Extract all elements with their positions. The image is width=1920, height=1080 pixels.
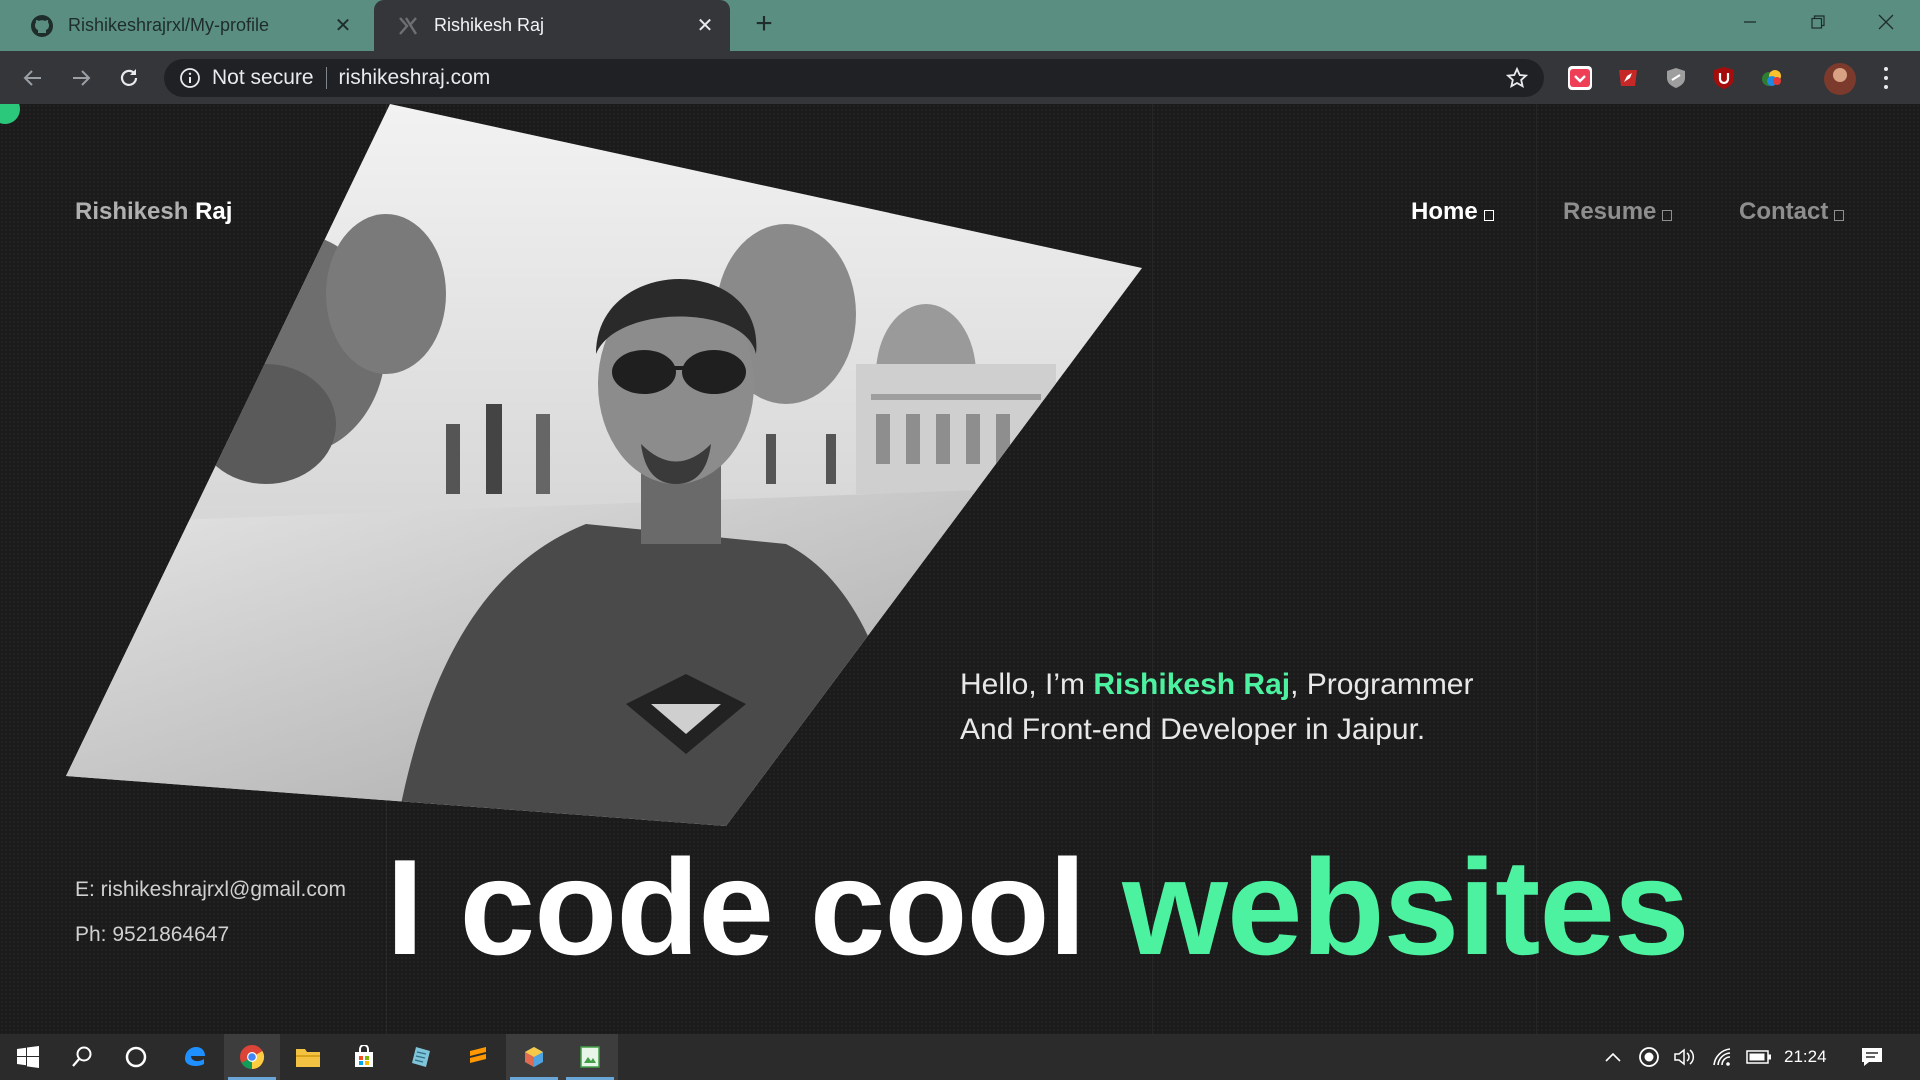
windows-taskbar: 21:24 <box>0 1034 1920 1080</box>
divider <box>325 67 327 89</box>
show-hidden-icons-icon[interactable] <box>1598 1034 1628 1080</box>
cortana-icon[interactable] <box>108 1034 164 1080</box>
tab-rishikesh-raj[interactable]: Rishikesh Raj ✕ <box>374 0 730 51</box>
site-logo[interactable]: Rishikesh Raj <box>75 198 232 226</box>
address-bar[interactable]: Not secure rishikeshraj.com <box>164 59 1544 97</box>
website-page: Rishikesh Raj Home Resume Contact Hello,… <box>0 104 1920 1034</box>
url-text[interactable]: rishikeshraj.com <box>339 66 491 90</box>
reload-icon <box>120 69 138 86</box>
volume-icon[interactable] <box>1670 1034 1700 1080</box>
nav-label: Resume <box>1563 198 1657 225</box>
nav-label: Home <box>1411 198 1478 225</box>
bookmark-star-icon[interactable] <box>1505 66 1529 89</box>
edge-icon[interactable] <box>166 1034 222 1080</box>
box-app-icon[interactable] <box>506 1034 562 1080</box>
back-arrow-icon <box>23 70 41 86</box>
sublime-icon[interactable] <box>450 1034 506 1080</box>
rocket-extension-icon[interactable] <box>1616 66 1640 90</box>
logo-last-name: Raj <box>195 198 233 225</box>
ublock-icon[interactable] <box>1712 66 1736 90</box>
file-explorer-icon[interactable] <box>280 1034 336 1080</box>
info-icon[interactable] <box>178 66 202 90</box>
intro-prefix: Hello, I’m <box>960 668 1094 701</box>
minimize-button[interactable] <box>1716 0 1784 44</box>
square-icon <box>1662 209 1673 221</box>
intro-name: Rishikesh Raj <box>1093 668 1291 701</box>
new-tab-button[interactable]: + <box>748 9 780 41</box>
color-picker-icon[interactable] <box>1760 66 1784 90</box>
tab-title: Rishikeshrajrxl/My-profile <box>68 15 270 35</box>
logo-first-name: Rishikesh <box>75 198 189 225</box>
square-icon <box>1834 209 1845 221</box>
profile-avatar[interactable] <box>1824 63 1856 95</box>
chrome-icon[interactable] <box>224 1034 280 1080</box>
browser-toolbar: Not secure rishikeshraj.com <box>0 51 1920 104</box>
nav-contact[interactable]: Contact <box>1739 198 1845 226</box>
nav-label: Contact <box>1739 198 1829 225</box>
tab-github-profile[interactable]: Rishikeshrajrxl/My-profile ✕ <box>8 0 368 51</box>
shield-extension-icon[interactable] <box>1664 66 1688 90</box>
forward-button[interactable] <box>66 63 96 93</box>
corner-accent-dot <box>0 104 20 124</box>
notepad-icon[interactable] <box>394 1034 450 1080</box>
store-icon[interactable] <box>336 1034 392 1080</box>
restore-button[interactable] <box>1784 0 1852 44</box>
battery-icon[interactable] <box>1744 1034 1774 1080</box>
pocket-icon[interactable] <box>1568 66 1592 90</box>
headline-start: I code cool <box>386 831 1123 983</box>
security-label: Not secure <box>212 66 314 89</box>
headline-accent: websites <box>1122 831 1689 983</box>
contact-email[interactable]: E: rishikeshrajrxl@gmail.com <box>75 878 346 902</box>
intro-text: Hello, I’m Rishikesh Raj, Programmer And… <box>960 662 1520 752</box>
square-icon <box>1483 209 1494 221</box>
browser-tab-strip: Rishikeshrajrxl/My-profile ✕ Rishikesh R… <box>0 0 1920 51</box>
nav-home[interactable]: Home <box>1411 198 1494 226</box>
close-tab-icon[interactable]: ✕ <box>692 13 718 39</box>
forward-arrow-icon <box>73 70 91 86</box>
start-icon[interactable] <box>0 1034 56 1080</box>
browser-menu-icon[interactable] <box>1876 65 1896 91</box>
close-tab-icon[interactable]: ✕ <box>330 13 356 39</box>
reload-button[interactable] <box>114 63 144 93</box>
tab-title: Rishikesh Raj <box>434 15 545 35</box>
system-clock[interactable]: 21:24 <box>1784 1034 1827 1080</box>
close-window-button[interactable] <box>1852 0 1920 44</box>
image-editor-icon[interactable] <box>562 1034 618 1080</box>
github-icon <box>30 14 54 38</box>
site-icon <box>396 14 420 38</box>
back-button[interactable] <box>18 63 48 93</box>
nav-resume[interactable]: Resume <box>1563 198 1673 226</box>
wifi-icon[interactable] <box>1708 1034 1738 1080</box>
contact-phone[interactable]: Ph: 9521864647 <box>75 923 229 947</box>
hero-headline: I code cool websites <box>386 831 1690 983</box>
search-icon[interactable] <box>54 1034 110 1080</box>
notifications-icon[interactable] <box>1854 1034 1890 1080</box>
record-icon[interactable] <box>1634 1034 1664 1080</box>
